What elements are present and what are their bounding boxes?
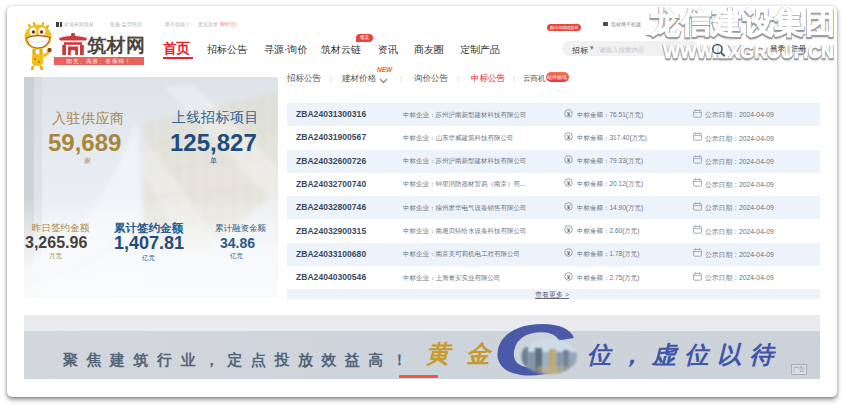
svg-text:¥: ¥ bbox=[567, 250, 571, 256]
svg-text:¥: ¥ bbox=[567, 157, 571, 163]
svg-text:¥: ¥ bbox=[567, 227, 571, 233]
svg-text:¥: ¥ bbox=[567, 273, 571, 279]
svg-text:¥: ¥ bbox=[567, 110, 571, 116]
svg-text:¥: ¥ bbox=[567, 180, 571, 186]
svg-text:¥: ¥ bbox=[567, 133, 571, 139]
svg-text:¥: ¥ bbox=[567, 203, 571, 209]
